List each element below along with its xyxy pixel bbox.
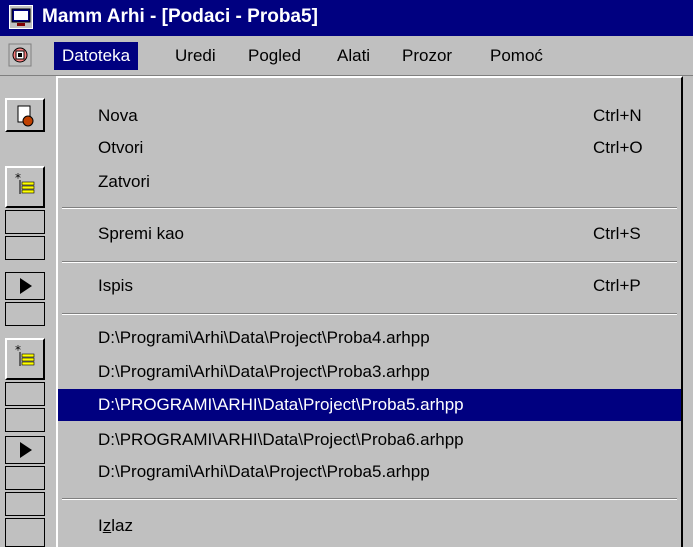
toolbar-cell[interactable] (5, 466, 45, 490)
recent-file-1[interactable]: D:\Programi\Arhi\Data\Project\Proba4.arh… (58, 322, 681, 354)
left-toolbar: * * (0, 76, 56, 547)
title-bar: Mamm Arhi - [Podaci - Proba5] (0, 0, 693, 36)
recent-file-3[interactable]: D:\PROGRAMI\ARHI\Data\Project\Proba5.arh… (58, 389, 681, 421)
toolbar-button-new-document[interactable] (5, 98, 45, 132)
window-title: Mamm Arhi - [Podaci - Proba5] (42, 6, 318, 27)
toolbar-cell[interactable] (5, 408, 45, 432)
toolbar-cell[interactable] (5, 302, 45, 326)
toolbar-button-new-record-2[interactable]: * (5, 338, 45, 380)
menu-item-otvori[interactable]: Otvori Ctrl+O (58, 132, 681, 164)
menu-bar: Datoteka Uredi Pogled Alati Prozor Pomoć (0, 36, 693, 76)
menu-separator (62, 207, 677, 209)
toolbar-cell[interactable] (5, 518, 45, 547)
menu-separator (62, 313, 677, 315)
recent-file-4[interactable]: D:\PROGRAMI\ARHI\Data\Project\Proba6.arh… (58, 424, 681, 456)
toolbar-cell[interactable] (5, 382, 45, 406)
new-record-icon: * (15, 172, 35, 194)
file-menu-dropdown: Nova Ctrl+N Otvori Ctrl+O Zatvori Spremi… (56, 76, 683, 547)
app-window-icon[interactable] (9, 5, 33, 29)
play-arrow-icon (20, 278, 32, 294)
menu-item-nova[interactable]: Nova Ctrl+N (58, 100, 681, 132)
toolbar-cell[interactable] (5, 210, 45, 234)
menu-uredi[interactable]: Uredi (167, 42, 224, 70)
toolbar-button-new-record[interactable]: * (5, 166, 45, 208)
menu-datoteka[interactable]: Datoteka (54, 42, 139, 70)
menu-item-zatvori[interactable]: Zatvori (58, 166, 681, 198)
toolbar-cell[interactable] (5, 236, 45, 260)
menu-separator (62, 261, 677, 263)
play-arrow-icon (20, 442, 32, 458)
new-document-icon (17, 105, 34, 127)
new-record-icon: * (15, 344, 35, 366)
menu-alati[interactable]: Alati (329, 42, 378, 70)
menu-item-ispis[interactable]: Ispis Ctrl+P (58, 270, 681, 302)
menu-separator (62, 498, 677, 500)
recent-file-2[interactable]: D:\Programi\Arhi\Data\Project\Proba3.arh… (58, 356, 681, 388)
toolbar-play-button[interactable] (5, 272, 45, 300)
menu-pomoc[interactable]: Pomoć (482, 42, 551, 70)
toolbar-cell[interactable] (5, 492, 45, 516)
toolbar-play-button-2[interactable] (5, 436, 45, 464)
menu-item-izlaz[interactable]: Izlaz (58, 510, 681, 542)
menu-pogled[interactable]: Pogled (240, 42, 309, 70)
recent-file-5[interactable]: D:\Programi\Arhi\Data\Project\Proba5.arh… (58, 456, 681, 488)
document-icon[interactable] (8, 43, 32, 67)
menu-prozor[interactable]: Prozor (394, 42, 460, 70)
menu-item-spremi-kao[interactable]: Spremi kao Ctrl+S (58, 218, 681, 250)
